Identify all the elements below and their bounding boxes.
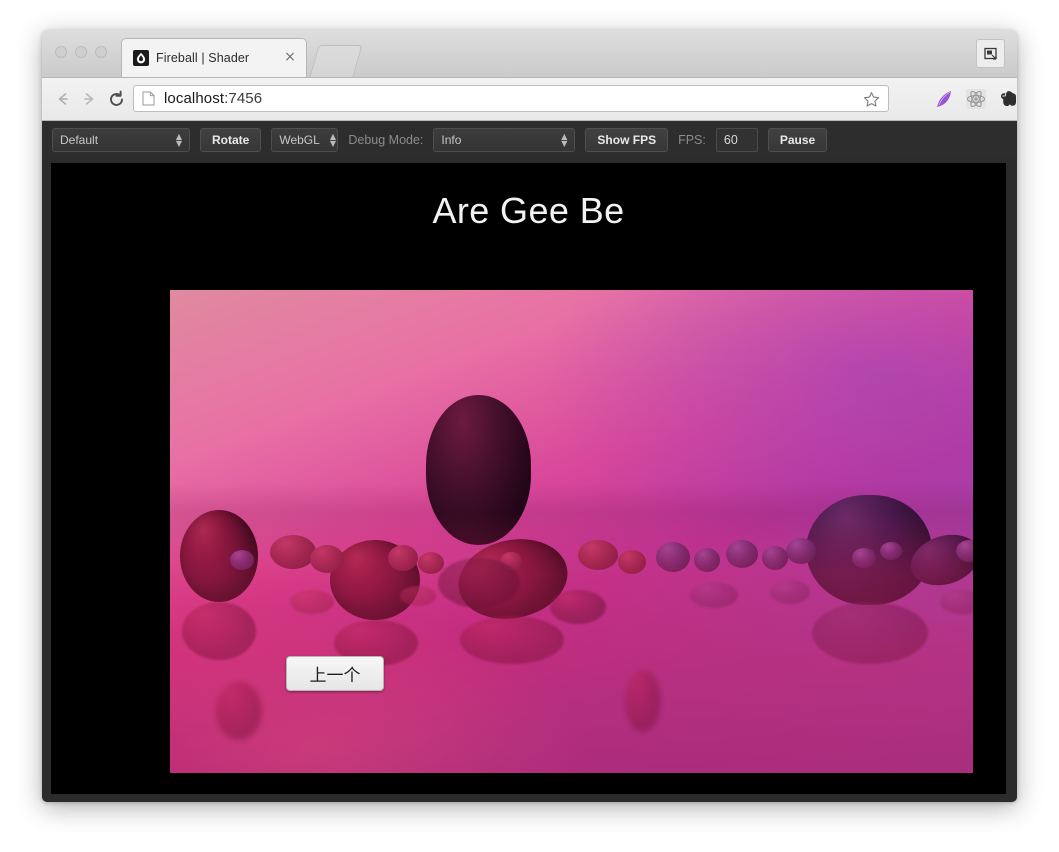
page-capture-icon[interactable] xyxy=(976,39,1005,68)
address-bar-url: localhost:7456 xyxy=(164,90,262,107)
close-icon[interactable]: × xyxy=(283,50,297,65)
shader-debug-toolbar: Default ▲ ▼ Rotate WebGL ▲ ▼ Debug Mode: I… xyxy=(42,121,1017,159)
address-bar-port: :7456 xyxy=(224,90,263,107)
evernote-icon[interactable] xyxy=(995,87,1017,111)
document-icon xyxy=(142,91,155,106)
browser-navigation-bar: localhost:7456 xyxy=(42,78,1017,121)
chevron-updown-icon: ▲ ▼ xyxy=(329,132,336,148)
show-fps-button[interactable]: Show FPS xyxy=(585,128,669,152)
preset-select-value: Default xyxy=(60,133,99,147)
back-arrow-icon[interactable] xyxy=(52,88,74,110)
fireball-drop-icon xyxy=(133,50,149,66)
fps-input[interactable]: 60 xyxy=(715,128,758,152)
quill-icon[interactable] xyxy=(931,87,957,111)
bookmark-star-icon[interactable] xyxy=(863,91,880,108)
browser-tab-title: Fireball | Shader xyxy=(156,51,250,65)
shader-stage: Are Gee Be 上一个 xyxy=(51,163,1006,794)
debug-mode-select[interactable]: Info ▲ ▼ xyxy=(433,128,576,152)
browser-window: Fireball | Shader × localhost:7456 Defau… xyxy=(42,30,1017,802)
pause-button[interactable]: Pause xyxy=(767,128,828,152)
chevron-updown-icon: ▲ ▼ xyxy=(175,132,182,148)
window-close-button[interactable] xyxy=(55,46,67,58)
rotate-button[interactable]: Rotate xyxy=(200,128,262,152)
chevron-updown-icon: ▲ ▼ xyxy=(561,132,568,148)
desktop-background: Fireball | Shader × localhost:7456 Defau… xyxy=(0,0,1059,852)
window-zoom-button[interactable] xyxy=(95,46,107,58)
renderer-select-value: WebGL xyxy=(279,133,320,147)
new-tab-button[interactable] xyxy=(309,45,363,77)
page-content: Default ▲ ▼ Rotate WebGL ▲ ▼ Debug Mode: I… xyxy=(42,121,1017,802)
window-traffic-lights xyxy=(55,46,107,58)
browser-tab-active[interactable]: Fireball | Shader × xyxy=(121,38,307,77)
renderer-select[interactable]: WebGL ▲ ▼ xyxy=(271,128,339,152)
debug-mode-label: Debug Mode: xyxy=(348,133,424,147)
rendered-scene-image: 上一个 下一个 xyxy=(170,290,973,773)
tab-strip: Fireball | Shader × xyxy=(42,30,1017,78)
fps-label: FPS: xyxy=(678,133,706,147)
preset-select[interactable]: Default ▲ ▼ xyxy=(52,128,190,152)
window-minimize-button[interactable] xyxy=(75,46,87,58)
debug-mode-select-value: Info xyxy=(441,133,462,147)
address-bar-host: localhost xyxy=(164,90,225,107)
scene-floor-glow xyxy=(170,512,973,773)
address-bar[interactable]: localhost:7456 xyxy=(133,85,889,112)
react-devtools-icon[interactable] xyxy=(963,87,989,111)
reload-icon[interactable] xyxy=(105,88,127,110)
forward-arrow-icon[interactable] xyxy=(78,88,100,110)
page-title: Are Gee Be xyxy=(432,190,625,231)
previous-button[interactable]: 上一个 xyxy=(286,656,384,691)
